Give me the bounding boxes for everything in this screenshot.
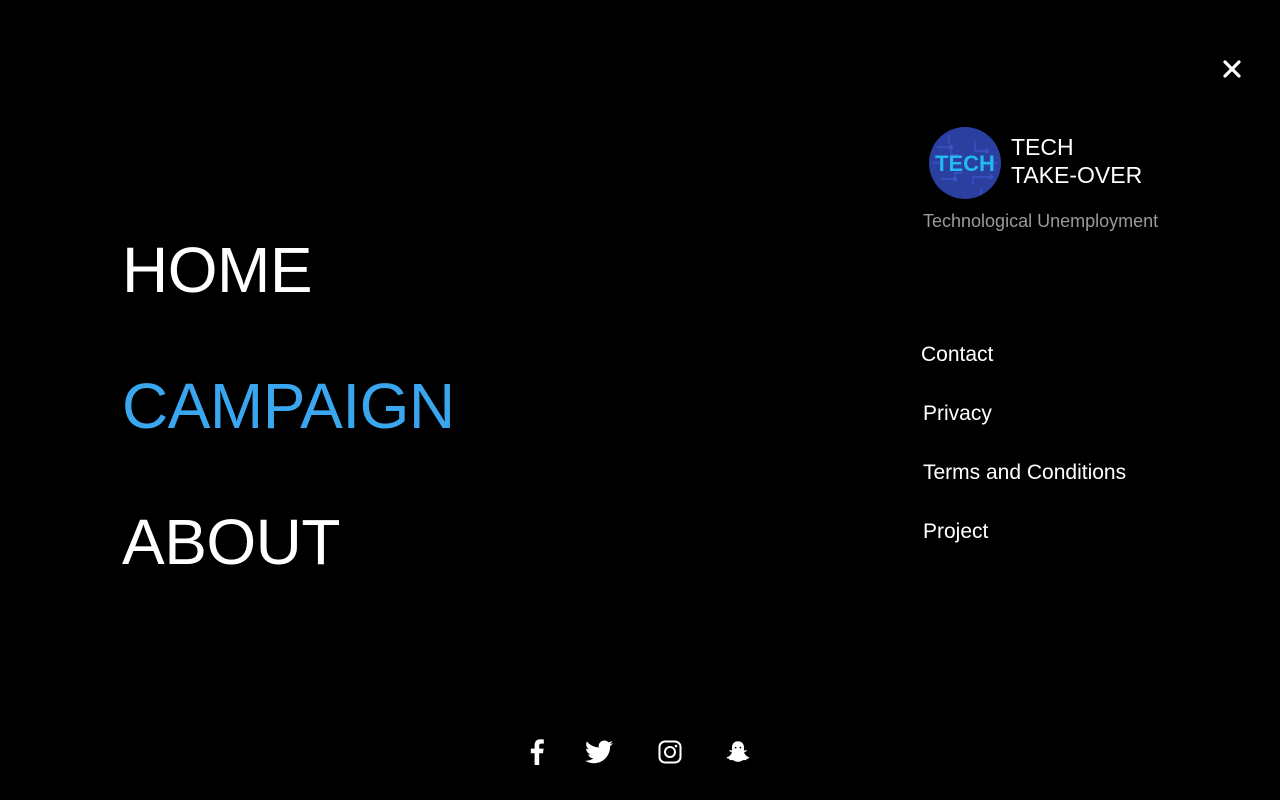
brand-logo-text: TECH <box>935 151 995 176</box>
facebook-icon <box>530 739 544 765</box>
close-icon <box>1223 60 1241 78</box>
main-nav-about[interactable]: ABOUT <box>122 502 455 582</box>
secondary-nav-contact[interactable]: Contact <box>921 340 1126 370</box>
main-nav: HOME CAMPAIGN ABOUT <box>122 230 455 638</box>
instagram-link[interactable] <box>653 735 687 769</box>
social-links <box>520 735 760 769</box>
snapchat-link[interactable] <box>721 735 755 769</box>
main-nav-campaign[interactable]: CAMPAIGN <box>122 366 455 446</box>
twitter-link[interactable] <box>582 735 616 769</box>
brand-logo: TECH <box>929 127 1001 199</box>
secondary-nav-project[interactable]: Project <box>923 517 1126 547</box>
secondary-nav-terms[interactable]: Terms and Conditions <box>923 458 1126 488</box>
secondary-nav-privacy[interactable]: Privacy <box>923 399 1126 429</box>
secondary-nav: Contact Privacy Terms and Conditions Pro… <box>921 340 1126 576</box>
brand-title-line2: TAKE-OVER <box>1011 162 1143 188</box>
twitter-icon <box>585 740 613 764</box>
close-button[interactable] <box>1218 55 1246 83</box>
facebook-link[interactable] <box>520 735 554 769</box>
brand[interactable]: TECH TECH TAKE-OVER <box>929 127 1229 207</box>
snapchat-icon <box>726 741 750 762</box>
menu-overlay: HOME CAMPAIGN ABOUT TECH TECH TAKE-OVER … <box>0 0 1280 800</box>
brand-tagline: Technological Unemployment <box>923 211 1159 231</box>
main-nav-home[interactable]: HOME <box>122 230 455 310</box>
brand-title-line1: TECH <box>1011 134 1074 160</box>
instagram-icon <box>658 740 682 764</box>
brand-title: TECH TAKE-OVER <box>1011 133 1142 189</box>
